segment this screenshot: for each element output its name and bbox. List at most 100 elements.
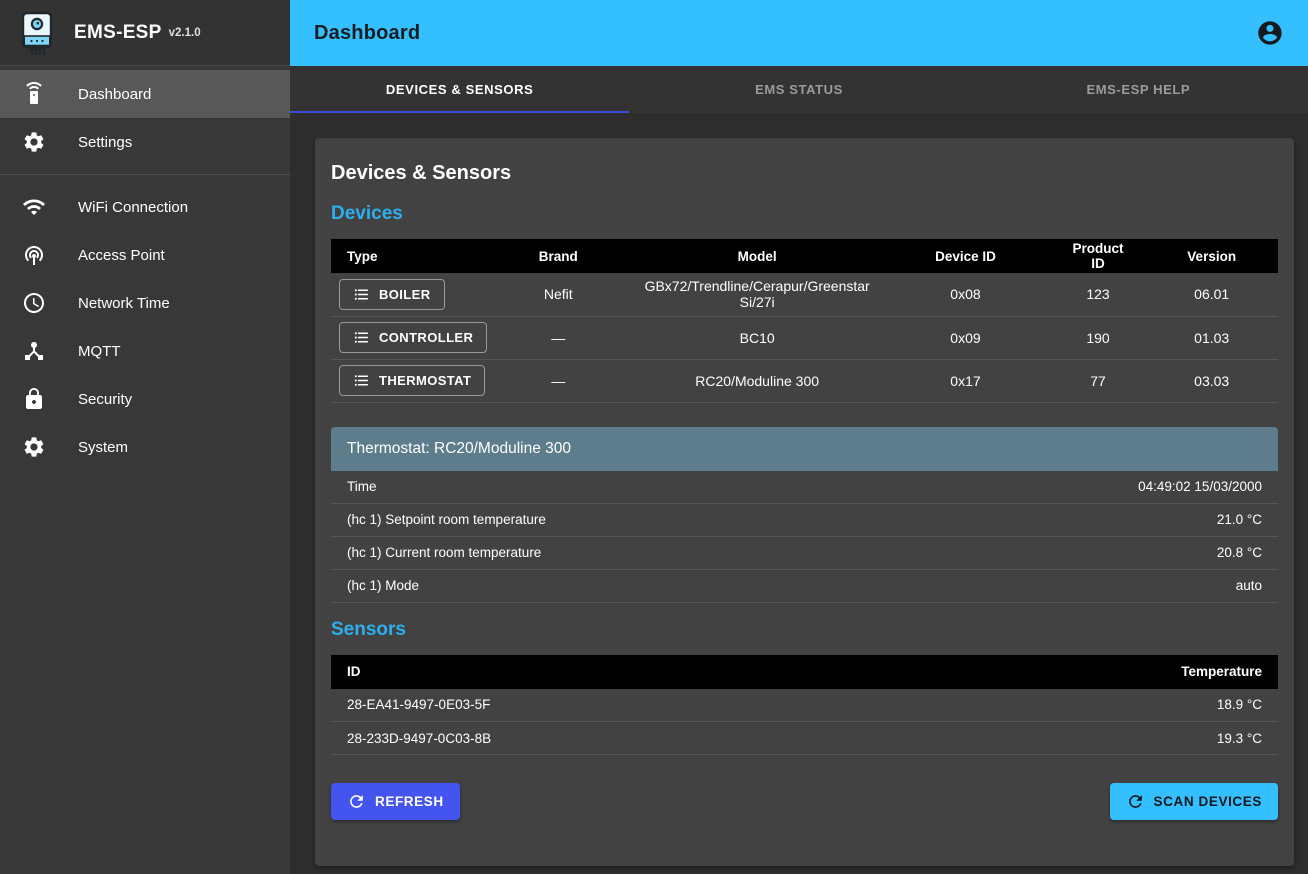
sensor-temperature: 18.9 °C	[994, 689, 1278, 722]
app-name: EMS-ESP	[74, 22, 162, 44]
detail-row-value: auto	[1236, 578, 1262, 593]
main-column: Dashboard DEVICES & SENSORSEMS STATUSEMS…	[290, 0, 1308, 874]
sensors-section-title: Sensors	[331, 619, 1278, 641]
refresh-button[interactable]: REFRESH	[331, 783, 460, 820]
refresh-icon	[347, 792, 366, 811]
sensor-temperature: 19.3 °C	[994, 722, 1278, 755]
detail-row-label: (hc 1) Setpoint room temperature	[347, 512, 546, 527]
gear-icon	[22, 130, 46, 154]
device-product-id: 77	[1051, 359, 1146, 402]
menu-divider	[0, 174, 290, 175]
account-circle-icon[interactable]	[1256, 19, 1284, 47]
thermostat-panel-title: Thermostat: RC20/Moduline 300	[331, 427, 1278, 471]
sidebar-item-network-time[interactable]: Network Time	[0, 279, 290, 327]
tab-bar: DEVICES & SENSORSEMS STATUSEMS-ESP HELP	[290, 66, 1308, 113]
lock-icon	[22, 387, 46, 411]
device-version: 03.03	[1145, 359, 1278, 402]
device-version: 01.03	[1145, 316, 1278, 359]
device-id: 0x09	[880, 316, 1050, 359]
hub-icon	[22, 339, 46, 363]
detail-row-value: 20.8 °C	[1217, 545, 1262, 560]
device-type-label: THERMOSTAT	[379, 373, 471, 388]
list-icon	[353, 372, 370, 389]
sensor-row: 28-EA41-9497-0E03-5F 18.9 °C	[331, 689, 1278, 722]
sidebar-item-system[interactable]: System	[0, 423, 290, 471]
page-title: Dashboard	[314, 22, 420, 45]
sidebar-item-label: MQTT	[78, 343, 121, 360]
devices-table: Type Brand Model Device ID Product ID Ve…	[331, 239, 1278, 403]
sidebar-item-dashboard[interactable]: Dashboard	[0, 70, 290, 118]
detail-row: (hc 1) Current room temperature 20.8 °C	[331, 537, 1278, 570]
device-model: BC10	[634, 316, 880, 359]
column-header-version: Version	[1145, 239, 1278, 273]
appbar: Dashboard	[290, 0, 1308, 66]
sidebar-item-label: WiFi Connection	[78, 199, 188, 216]
device-row: CONTROLLER — BC10 0x09 190 01.03	[331, 316, 1278, 359]
tab-ems-esp-help[interactable]: EMS-ESP HELP	[969, 66, 1308, 113]
devices-table-header: Type Brand Model Device ID Product ID Ve…	[331, 239, 1278, 273]
sidebar-item-label: Settings	[78, 134, 132, 151]
device-brand: —	[483, 316, 635, 359]
column-header-device-id: Device ID	[880, 239, 1050, 273]
sidebar-item-mqtt[interactable]: MQTT	[0, 327, 290, 375]
device-id: 0x08	[880, 273, 1050, 316]
ems-esp-app: EMS-ESP v2.1.0 Dashboard Settings WiFi C…	[0, 0, 1308, 874]
detail-row-label: Time	[347, 479, 377, 494]
tab-devices-sensors[interactable]: DEVICES & SENSORS	[290, 66, 629, 113]
column-header-type: Type	[331, 239, 483, 273]
device-brand: —	[483, 359, 635, 402]
sidebar-item-label: Security	[78, 391, 132, 408]
content-area: Devices & Sensors Devices Type Brand Mod…	[290, 113, 1308, 874]
device-model: RC20/Moduline 300	[634, 359, 880, 402]
sidebar-item-label: Dashboard	[78, 86, 151, 103]
detail-row-value: 21.0 °C	[1217, 512, 1262, 527]
tab-ems-status[interactable]: EMS STATUS	[629, 66, 968, 113]
column-header-brand: Brand	[483, 239, 635, 273]
devices-sensors-card: Devices & Sensors Devices Type Brand Mod…	[315, 138, 1294, 866]
detail-row-value: 04:49:02 15/03/2000	[1138, 479, 1262, 494]
thermostat-detail-panel: Thermostat: RC20/Moduline 300 Time 04:49…	[331, 427, 1278, 603]
sensors-table: ID Temperature 28-EA41-9497-0E03-5F 18.9…	[331, 655, 1278, 756]
scan-devices-button[interactable]: SCAN DEVICES	[1110, 783, 1278, 820]
device-brand: Nefit	[483, 273, 635, 316]
column-header-product-id: Product ID	[1051, 239, 1146, 273]
remote-icon	[22, 82, 46, 106]
column-header-model: Model	[634, 239, 880, 273]
device-id: 0x17	[880, 359, 1050, 402]
refresh-icon	[1126, 792, 1145, 811]
detail-row: (hc 1) Mode auto	[331, 570, 1278, 603]
device-type-button-thermostat[interactable]: THERMOSTAT	[339, 365, 485, 396]
sensors-table-header: ID Temperature	[331, 655, 1278, 689]
sidebar-item-security[interactable]: Security	[0, 375, 290, 423]
device-row: BOILER Nefit GBx72/Trendline/Cerapur/Gre…	[331, 273, 1278, 316]
actions-row: REFRESH SCAN DEVICES	[331, 783, 1278, 820]
clock-icon	[22, 291, 46, 315]
device-model: GBx72/Trendline/Cerapur/Greenstar Si/27i	[634, 273, 880, 316]
sensor-id: 28-EA41-9497-0E03-5F	[331, 689, 994, 722]
boiler-logo-icon	[16, 10, 58, 56]
sidebar-menu: Dashboard Settings WiFi Connection Acces…	[0, 66, 290, 471]
detail-row-label: (hc 1) Current room temperature	[347, 545, 541, 560]
sidebar-item-wifi-connection[interactable]: WiFi Connection	[0, 183, 290, 231]
list-icon	[353, 329, 370, 346]
device-product-id: 123	[1051, 273, 1146, 316]
sidebar-item-label: Network Time	[78, 295, 170, 312]
sensor-id: 28-233D-9497-0C03-8B	[331, 722, 994, 755]
app-version: v2.1.0	[169, 27, 201, 39]
sidebar-item-settings[interactable]: Settings	[0, 118, 290, 166]
gear-icon	[22, 435, 46, 459]
sensor-row: 28-233D-9497-0C03-8B 19.3 °C	[331, 722, 1278, 755]
sidebar-item-label: System	[78, 439, 128, 456]
column-header-temperature: Temperature	[994, 655, 1278, 689]
detail-row: (hc 1) Setpoint room temperature 21.0 °C	[331, 504, 1278, 537]
device-type-label: CONTROLLER	[379, 330, 473, 345]
device-type-button-boiler[interactable]: BOILER	[339, 279, 445, 310]
device-product-id: 190	[1051, 316, 1146, 359]
device-type-button-controller[interactable]: CONTROLLER	[339, 322, 487, 353]
detail-row-label: (hc 1) Mode	[347, 578, 419, 593]
card-title: Devices & Sensors	[331, 162, 1278, 185]
device-row: THERMOSTAT — RC20/Moduline 300 0x17 77 0…	[331, 359, 1278, 402]
sidebar-item-access-point[interactable]: Access Point	[0, 231, 290, 279]
scan-devices-button-label: SCAN DEVICES	[1154, 794, 1262, 809]
devices-section-title: Devices	[331, 203, 1278, 225]
